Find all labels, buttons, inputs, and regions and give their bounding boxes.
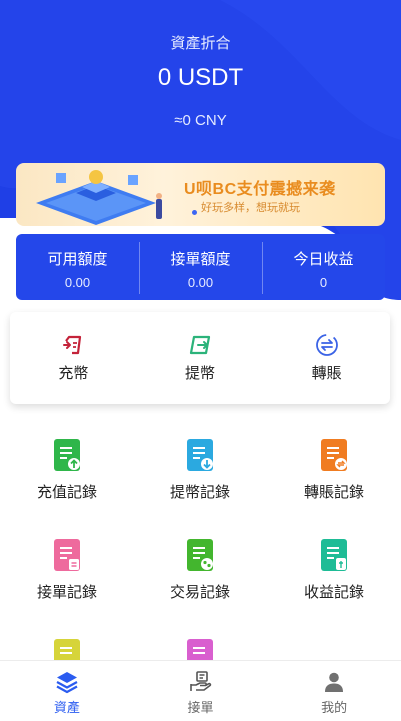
stat-label: 今日收益 [293, 251, 354, 268]
asset-total-label: 資產折合 [170, 35, 231, 52]
withdraw-record-icon [187, 439, 213, 471]
transfer-record-icon [321, 439, 347, 471]
promo-banner[interactable]: U呗BC支付震撼来袭 好玩多样，想玩就玩 [16, 163, 385, 226]
stat-value: 0.00 [64, 275, 91, 290]
deposit-button[interactable]: 充幣 [10, 312, 137, 404]
record-label: 提幣記錄 [169, 484, 230, 501]
stat-value: 0 [319, 275, 328, 290]
stat-value: 0.00 [187, 275, 214, 290]
asset-total-value: 0 USDT [157, 64, 244, 91]
transfer-button[interactable]: 轉賬 [263, 312, 390, 404]
tab-profile[interactable]: 我的 [267, 661, 401, 721]
recharge-record-icon [54, 439, 80, 471]
tab-orders[interactable]: 接單 [134, 661, 268, 721]
bottom-tab-bar: 資產 接單 我的 [0, 660, 401, 721]
withdraw-button[interactable]: 提幣 [137, 312, 264, 404]
tab-label: 接單 [187, 700, 214, 715]
asset-cny-value: ≈0 CNY [174, 112, 227, 129]
record-label: 轉賬記錄 [303, 484, 364, 501]
income-record-button[interactable]: 收益記錄 [267, 538, 401, 602]
order-record-icon [54, 539, 80, 571]
stat-today-income: 今日收益 0 [262, 234, 385, 300]
record-label: 收益記錄 [303, 584, 364, 601]
tab-label: 我的 [321, 700, 348, 715]
transfer-record-button[interactable]: 轉賬記錄 [267, 438, 401, 502]
user-icon [325, 672, 344, 692]
tab-assets[interactable]: 資產 [0, 661, 134, 721]
layers-icon [56, 672, 78, 694]
withdraw-label: 提幣 [185, 365, 216, 382]
transfer-icon [315, 334, 338, 356]
transfer-label: 轉賬 [311, 365, 342, 382]
record-label: 交易記錄 [169, 584, 230, 601]
trade-record-button[interactable]: 交易記錄 [133, 538, 267, 602]
balance-stats-card: 可用額度 0.00 接單額度 0.00 今日收益 0 [16, 234, 385, 300]
tab-label: 資產 [53, 700, 80, 715]
stat-order-quota: 接單額度 0.00 [139, 234, 262, 300]
stat-available-quota: 可用額度 0.00 [16, 234, 139, 300]
stat-label: 接單額度 [170, 251, 231, 268]
banner-illustration [36, 170, 162, 225]
withdraw-icon [189, 335, 211, 355]
income-record-icon [321, 539, 347, 571]
record-label: 接單記錄 [36, 584, 97, 601]
deposit-label: 充幣 [58, 365, 89, 382]
deposit-icon [63, 335, 82, 355]
withdraw-record-button[interactable]: 提幣記錄 [133, 438, 267, 502]
quick-actions-card: 充幣 提幣 轉賬 [10, 312, 390, 404]
banner-indicator-dot [192, 210, 197, 215]
trade-record-icon [187, 539, 213, 571]
hand-icon [189, 671, 211, 691]
record-label: 充值記錄 [36, 484, 97, 501]
recharge-record-button[interactable]: 充值記錄 [0, 438, 134, 502]
order-record-button[interactable]: 接單記錄 [0, 538, 134, 602]
banner-subtitle: 好玩多样，想玩就玩 [201, 202, 300, 214]
banner-title: U呗BC支付震撼来袭 [184, 181, 336, 198]
stat-label: 可用額度 [47, 251, 108, 268]
